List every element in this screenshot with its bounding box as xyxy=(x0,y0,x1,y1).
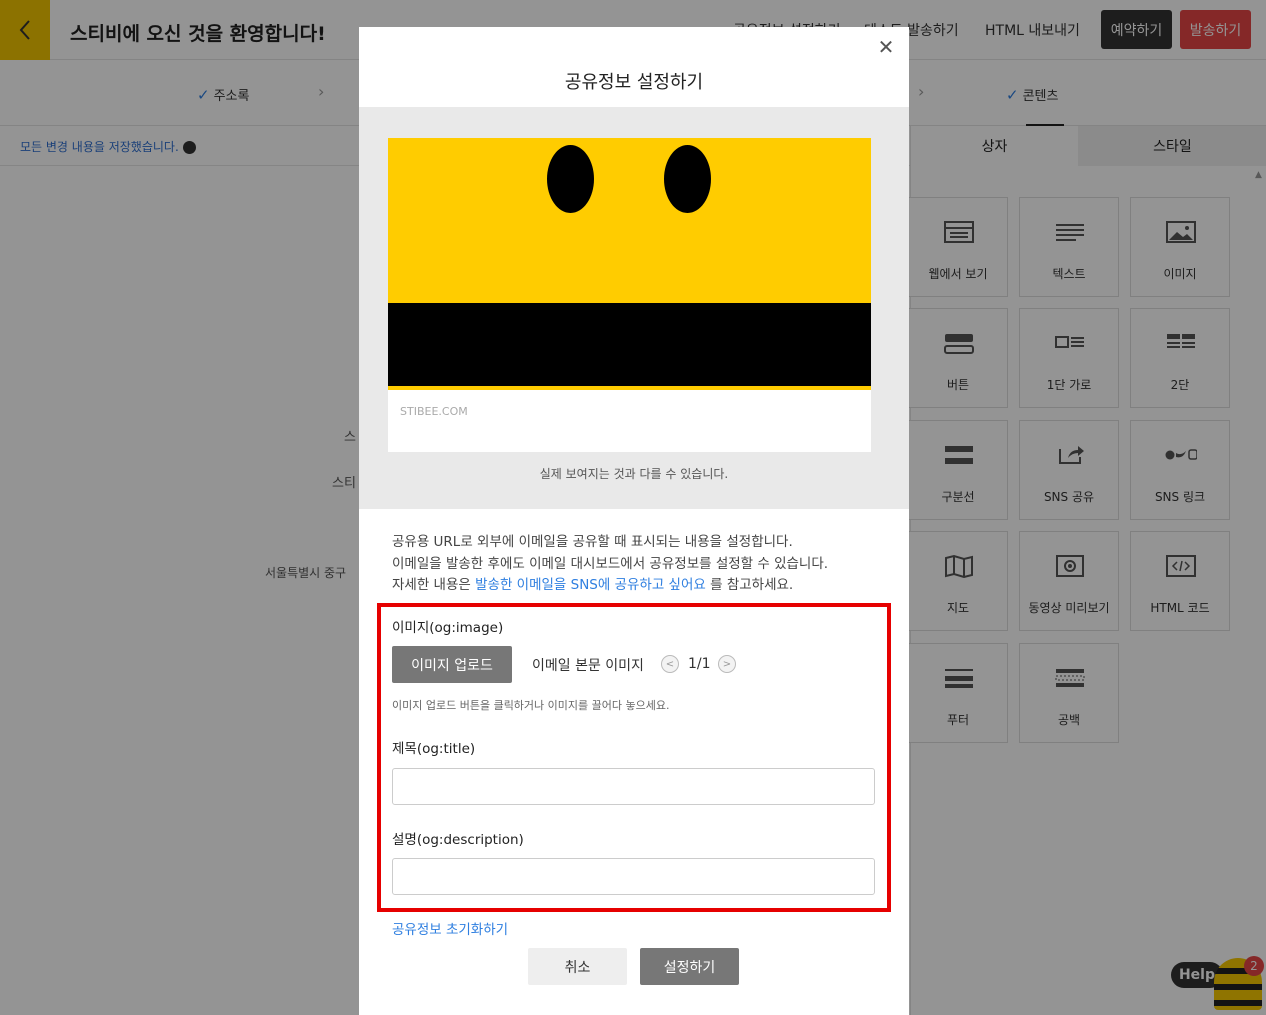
next-image-button[interactable]: > xyxy=(718,655,736,673)
og-description-input[interactable] xyxy=(392,858,875,895)
help-article-link[interactable]: 발송한 이메일을 SNS에 공유하고 싶어요 xyxy=(475,577,706,593)
share-preview-area: STIBEE.COM 실제 보여지는 것과 다를 수 있습니다. xyxy=(359,107,909,509)
chevron-right-icon: > xyxy=(722,658,732,670)
description-prefix: 자세한 내용은 xyxy=(392,577,471,593)
chevron-left-icon: < xyxy=(665,658,675,670)
preview-image-band xyxy=(388,303,871,390)
preview-note: 실제 보여지는 것과 다를 수 있습니다. xyxy=(539,467,729,481)
image-field-label: 이미지(og:image) xyxy=(392,620,504,636)
confirm-button[interactable]: 설정하기 xyxy=(640,948,739,985)
image-upload-button[interactable]: 이미지 업로드 xyxy=(392,646,512,683)
preview-image xyxy=(388,138,871,303)
eye-shape xyxy=(664,145,711,213)
cancel-button[interactable]: 취소 xyxy=(528,948,627,985)
description-line: 공유용 URL로 외부에 이메일을 공유할 때 표시되는 내용을 설정합니다. xyxy=(392,534,793,550)
description-field-label: 설명(og:description) xyxy=(392,832,524,848)
body-image-label: 이메일 본문 이미지 xyxy=(532,658,644,674)
modal-title: 공유정보 설정하기 xyxy=(564,72,704,93)
prev-image-button[interactable]: < xyxy=(661,655,679,673)
description-line: 이메일을 발송한 후에도 이메일 대시보드에서 공유정보를 설정할 수 있습니다… xyxy=(392,556,829,572)
description-line: 자세한 내용은 발송한 이메일을 SNS에 공유하고 싶어요 를 참고하세요. xyxy=(392,573,793,593)
close-icon[interactable]: ✕ xyxy=(876,37,896,57)
title-field-label: 제목(og:title) xyxy=(392,741,476,757)
eye-shape xyxy=(547,145,594,213)
upload-hint: 이미지 업로드 버튼을 클릭하거나 이미지를 끌어다 놓으세요. xyxy=(392,699,670,712)
preview-domain: STIBEE.COM xyxy=(400,405,468,418)
image-pager: 1/1 xyxy=(688,656,711,672)
description-suffix: 를 참고하세요. xyxy=(710,577,794,593)
reset-share-info-link[interactable]: 공유정보 초기화하기 xyxy=(392,918,508,938)
share-settings-modal: ✕ 공유정보 설정하기 STIBEE.COM 실제 보여지는 것과 다를 수 있… xyxy=(359,27,909,1015)
og-title-input[interactable] xyxy=(392,768,875,805)
share-preview-card: STIBEE.COM xyxy=(388,138,871,452)
